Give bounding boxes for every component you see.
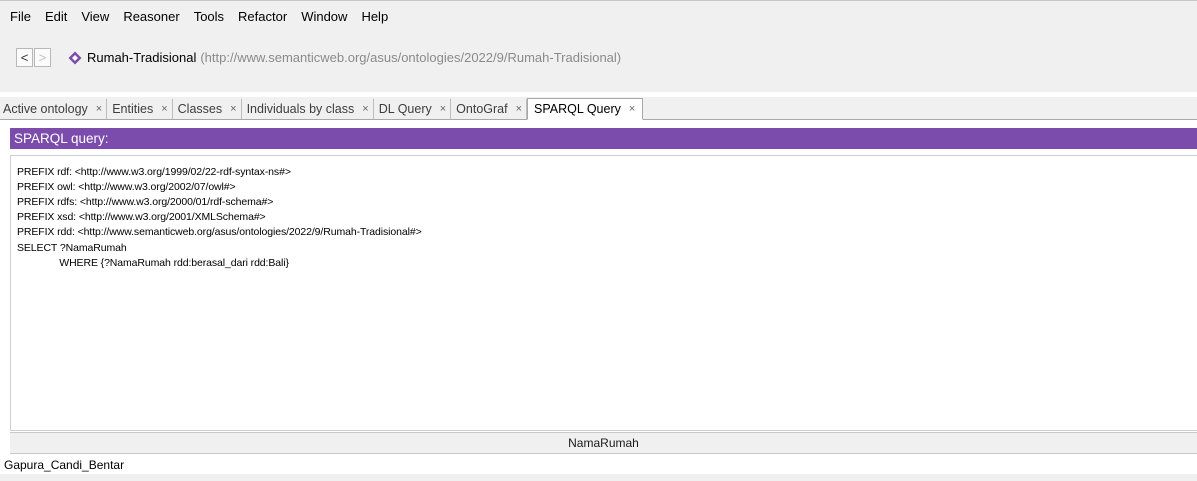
tab-label: DL Query — [378, 102, 432, 116]
menu-file[interactable]: File — [0, 9, 38, 24]
history-buttons: < > — [16, 48, 51, 67]
query-line: PREFIX rdd: <http://www.semanticweb.org/… — [17, 226, 422, 238]
close-icon[interactable]: × — [362, 103, 368, 115]
back-button[interactable]: < — [16, 48, 33, 67]
bottom-strip — [0, 474, 1197, 481]
query-line: PREFIX owl: <http://www.w3.org/2002/07/o… — [17, 181, 236, 193]
tab-label: Active ontology — [3, 102, 88, 116]
menu-window[interactable]: Window — [294, 9, 354, 24]
query-line: PREFIX xsd: <http://www.w3.org/2001/XMLS… — [17, 211, 266, 223]
close-icon[interactable]: × — [629, 103, 635, 115]
table-row[interactable]: Gapura_Candi_Bentar — [2, 456, 1197, 474]
close-icon[interactable]: × — [161, 103, 167, 115]
close-icon[interactable]: × — [96, 103, 102, 115]
tab-sparql-query[interactable]: SPARQL Query × — [527, 98, 644, 120]
tab-dl-query[interactable]: DL Query × — [374, 99, 452, 119]
ontology-diamond-icon — [68, 51, 82, 64]
active-ontology-title[interactable]: Rumah-Tradisional (http://www.semanticwe… — [68, 50, 621, 65]
tab-label: Entities — [112, 102, 154, 116]
menu-bar: File Edit View Reasoner Tools Refactor W… — [0, 0, 1197, 31]
tab-entities[interactable]: Entities × — [107, 99, 173, 119]
ontology-iri: (http://www.semanticweb.org/asus/ontolog… — [200, 50, 622, 65]
query-line: WHERE {?NamaRumah rdd:berasal_dari rdd:B… — [17, 257, 289, 269]
query-line: PREFIX rdfs: <http://www.w3.org/2000/01/… — [17, 196, 274, 208]
menu-help[interactable]: Help — [354, 9, 395, 24]
query-line: PREFIX rdf: <http://www.w3.org/1999/02/2… — [17, 166, 291, 178]
tab-ontograf[interactable]: OntoGraf × — [451, 99, 528, 119]
menu-view[interactable]: View — [74, 9, 116, 24]
menu-refactor[interactable]: Refactor — [231, 9, 294, 24]
sparql-query-editor[interactable]: PREFIX rdf: <http://www.w3.org/1999/02/2… — [10, 155, 1197, 431]
menu-reasoner[interactable]: Reasoner — [116, 9, 186, 24]
menu-edit[interactable]: Edit — [38, 9, 74, 24]
ontology-nav-bar: < > Rumah-Tradisional (http://www.semant… — [0, 30, 1197, 92]
ontology-name: Rumah-Tradisional — [87, 50, 197, 65]
tab-label: Classes — [177, 102, 223, 116]
tab-label: OntoGraf — [456, 102, 508, 116]
tab-strip: Active ontology × Entities × Classes × I… — [0, 97, 1197, 120]
results-table-header: NamaRumah — [10, 432, 1197, 454]
menu-tools[interactable]: Tools — [187, 9, 231, 24]
tab-label: Individuals by class — [246, 102, 355, 116]
close-icon[interactable]: × — [440, 103, 446, 115]
tab-classes[interactable]: Classes × — [173, 99, 242, 119]
query-line: SELECT ?NamaRumah — [17, 242, 127, 254]
tab-individuals-by-class[interactable]: Individuals by class × — [242, 99, 374, 119]
close-icon[interactable]: × — [516, 103, 522, 115]
column-header-namarumah[interactable]: NamaRumah — [10, 436, 1197, 450]
close-icon[interactable]: × — [230, 103, 236, 115]
forward-button[interactable]: > — [34, 48, 51, 67]
tab-active-ontology[interactable]: Active ontology × — [0, 99, 108, 119]
tab-label: SPARQL Query — [534, 102, 621, 116]
sparql-query-header: SPARQL query: — [10, 128, 1197, 149]
